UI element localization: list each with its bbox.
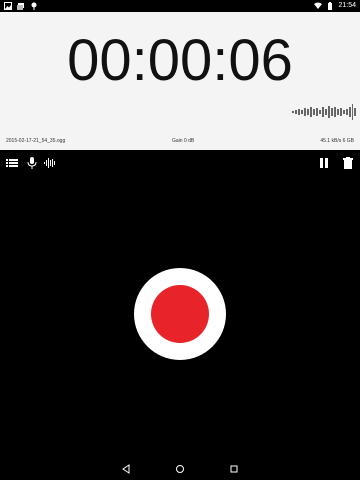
- navigation-bar: [0, 456, 360, 480]
- waveform-icon: [292, 104, 356, 120]
- rate-storage-label: 45.1 kB/s 6 GB: [320, 138, 354, 144]
- wifi-icon: [314, 2, 323, 10]
- filename-label: 2015-02-17-21_54_35.ogg: [6, 138, 66, 144]
- list-icon[interactable]: [6, 156, 18, 168]
- status-time: 21:54: [338, 2, 356, 9]
- recorder-panel: 00:00:06 2015-02-17-21_54_35.ogg Gain 0 …: [0, 12, 360, 150]
- gallery-icon: [17, 2, 25, 10]
- microphone-icon[interactable]: [26, 156, 38, 169]
- status-bar: 21:54: [0, 0, 360, 12]
- gain-label: Gain 0 dB: [172, 138, 195, 144]
- delete-icon[interactable]: [342, 156, 354, 169]
- back-icon[interactable]: [120, 462, 132, 474]
- pause-icon[interactable]: [318, 156, 330, 168]
- toolbar: [0, 150, 360, 174]
- recording-info: 2015-02-17-21_54_35.ogg Gain 0 dB 45.1 k…: [0, 138, 360, 146]
- waveform-icon[interactable]: [44, 156, 56, 168]
- image-icon: [4, 2, 12, 10]
- record-button[interactable]: [134, 268, 226, 360]
- location-icon: [30, 2, 38, 10]
- record-indicator: [151, 285, 209, 343]
- elapsed-timer: 00:00:06: [67, 28, 293, 93]
- recents-icon[interactable]: [228, 462, 240, 474]
- battery-icon: [326, 2, 334, 10]
- home-icon[interactable]: [174, 462, 186, 474]
